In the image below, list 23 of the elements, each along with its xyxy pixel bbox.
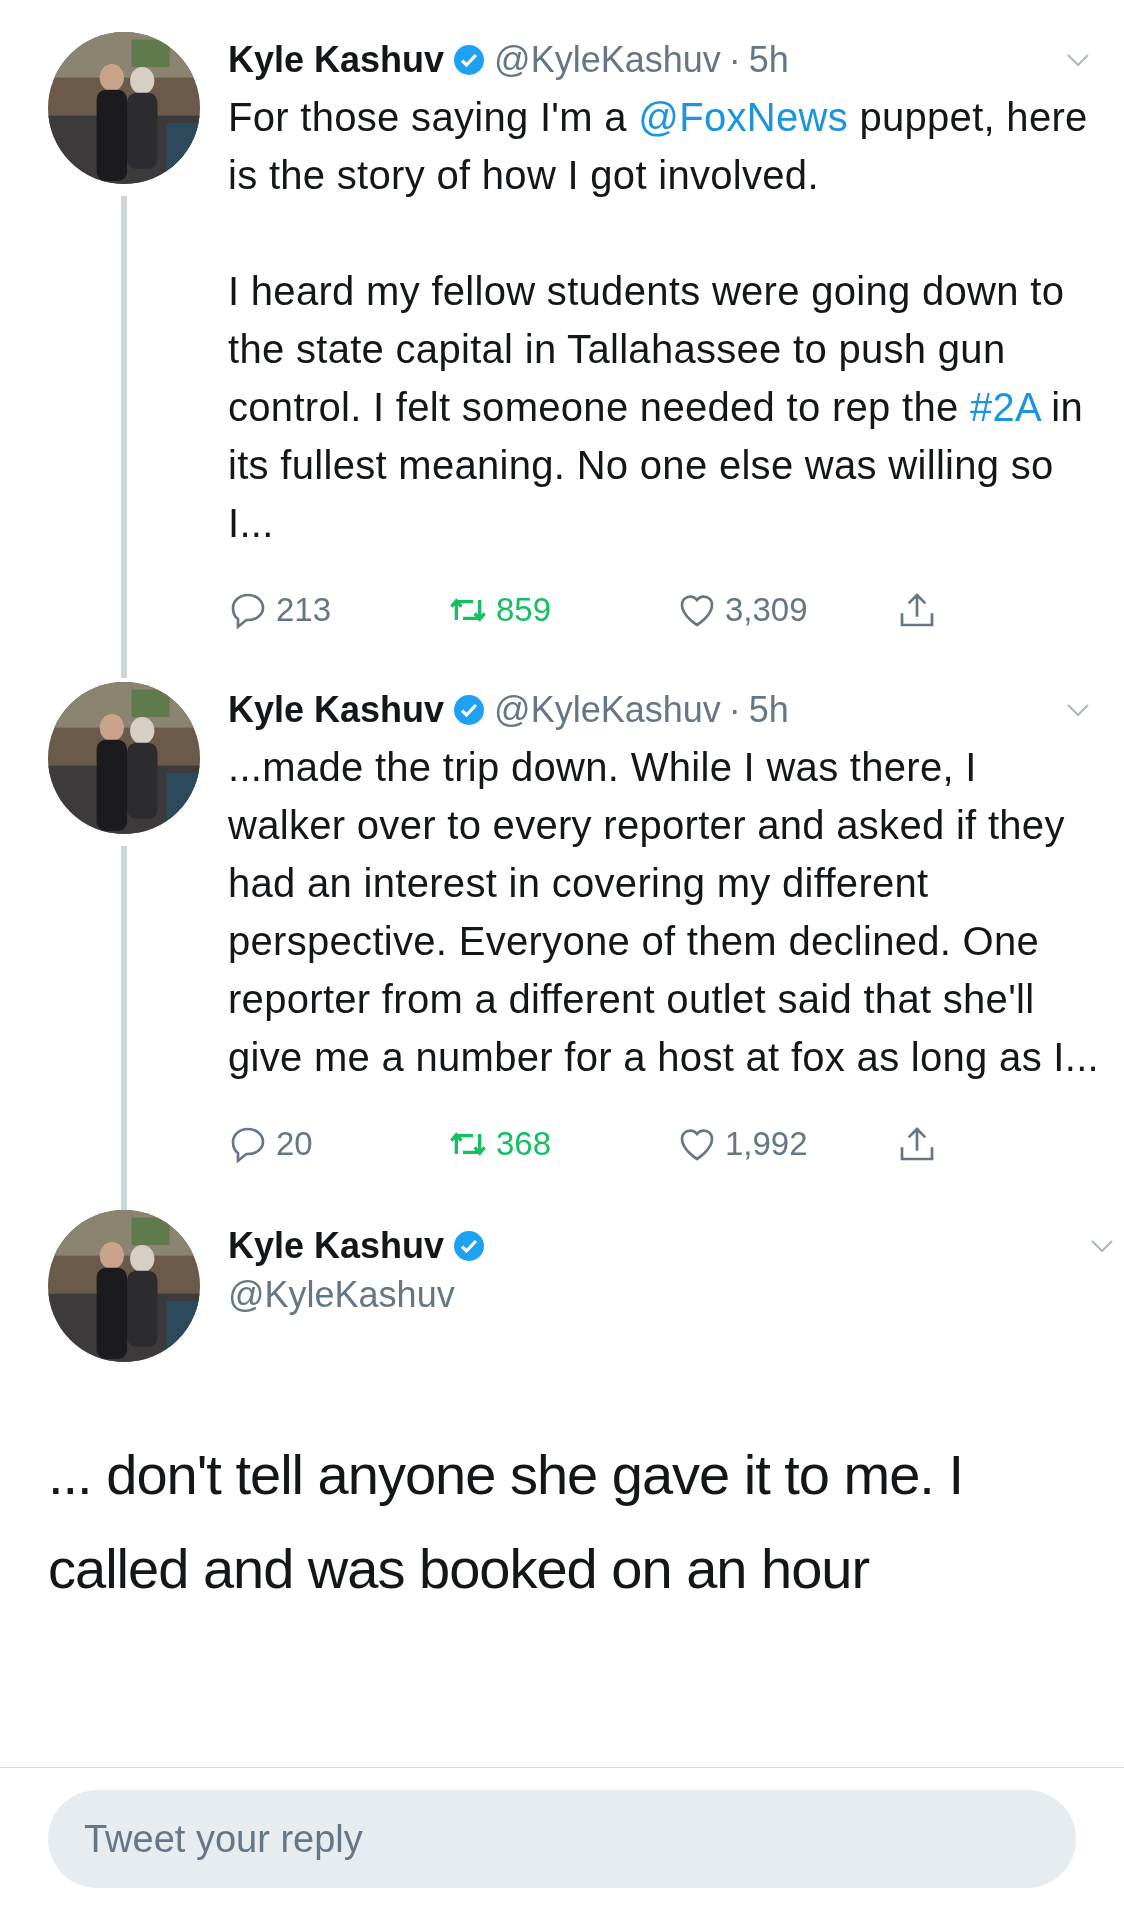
like-count: 1,992 [725, 1125, 808, 1163]
author-name[interactable]: Kyle Kashuv [228, 689, 445, 731]
link[interactable]: #2A [969, 385, 1040, 429]
tweet-text: I heard my fellow students were going down to the state capital in Tallahassee to push gun control. I felt someone needed to rep the #2A in its fullest meaning. No one else was willing so I... [228, 268, 1084, 547]
reply-field[interactable]: Tweet your reply [48, 1790, 1076, 1888]
time-separator: · [728, 689, 741, 731]
author-name[interactable]: Kyle Kashuv [228, 39, 445, 81]
tweet-text: For those saying I'm a @FoxNews puppet, here is the story of how I got involved. [228, 94, 1089, 199]
time-separator: · [728, 39, 741, 81]
link[interactable]: @FoxNews [638, 95, 848, 139]
author-handle[interactable]: @KyleKashuv [494, 689, 721, 731]
tweet-time: 5h [748, 689, 789, 731]
retweet-count: 368 [496, 1125, 552, 1163]
author-handle[interactable]: @KyleKashuv [228, 1274, 1088, 1316]
tweet-time: 5h [748, 39, 789, 81]
author-handle[interactable]: @KyleKashuv [494, 39, 721, 81]
like-count: 3,309 [725, 591, 808, 629]
reply-count: 213 [276, 591, 332, 629]
reply-count: 20 [276, 1125, 313, 1163]
tweet-text: ... don't tell anyone she gave it to me. I called and was booked on an hour [48, 1442, 965, 1602]
tweet-text: ...made the trip down. While I was there, I walker over to every reporter and asked if they had an interest in covering my different perspective. Everyone of them declined. One reporter from a different outlet said that she'll give me a number for a host at fox as long as I... [228, 744, 1100, 1081]
retweet-count: 859 [496, 591, 552, 629]
author-name[interactable]: Kyle Kashuv [228, 1225, 445, 1267]
